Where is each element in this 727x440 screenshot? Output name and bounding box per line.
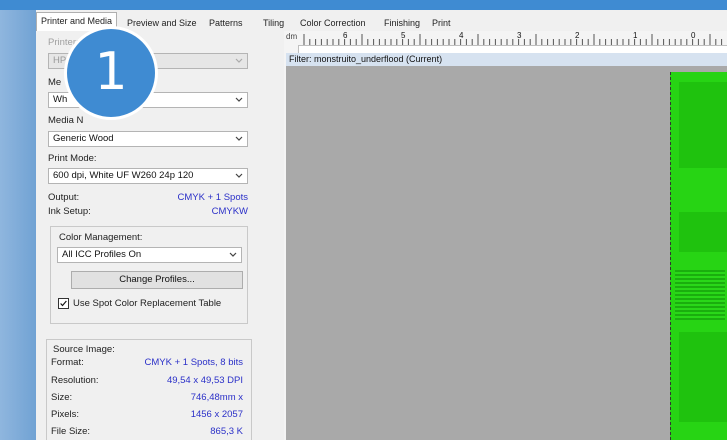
image-block (679, 212, 727, 252)
ruler-number: 1 (633, 31, 638, 40)
pixels-label: Pixels: (51, 409, 79, 420)
media-name-select[interactable]: Generic Wood (48, 131, 248, 147)
source-image-title: Source Image: (53, 344, 115, 355)
media-type-label: Me (48, 77, 62, 88)
change-profiles-button[interactable]: Change Profiles... (71, 271, 243, 289)
resolution-value: 49,54 x 49,53 DPI (166, 375, 243, 386)
desktop-edge (0, 0, 38, 440)
chevron-down-icon (235, 58, 243, 63)
media-name-label: Media N (48, 115, 84, 126)
output-value: CMYK + 1 Spots (177, 192, 249, 203)
ruler-ticks (303, 34, 723, 45)
output-label: Output: (48, 192, 80, 203)
icc-profile-value: All ICC Profiles On (62, 249, 142, 260)
tab-color-correction[interactable]: Color Correction (295, 14, 371, 31)
chevron-down-icon (235, 173, 243, 178)
ink-setup-label: Ink Setup: (48, 206, 91, 217)
spot-color-checkbox[interactable] (58, 298, 69, 309)
horizontal-ruler: dm 6 5 4 3 2 1 0 (284, 31, 727, 46)
ruler-number: 2 (575, 31, 580, 40)
chevron-down-icon (235, 136, 243, 141)
ruler-number: 4 (459, 31, 464, 40)
size-value: 746,48mm x (190, 392, 243, 403)
step-number-badge: 1 (64, 26, 158, 120)
ruler-number: 0 (691, 31, 696, 40)
source-image-group: Source Image: Format: CMYK + 1 Spots, 8 … (46, 339, 252, 440)
tab-print[interactable]: Print (427, 14, 456, 31)
format-label: Format: (51, 357, 84, 368)
color-management-title: Color Management: (59, 232, 143, 243)
resolution-label: Resolution: (51, 375, 99, 386)
image-block (679, 332, 727, 422)
ruler-number: 6 (343, 31, 348, 40)
step-number: 1 (94, 42, 128, 102)
chevron-down-icon (235, 97, 243, 102)
tab-tiling[interactable]: Tiling (258, 14, 290, 31)
print-mode-label: Print Mode: (48, 153, 97, 164)
icc-profile-select[interactable]: All ICC Profiles On (57, 247, 242, 263)
tab-finishing[interactable]: Finishing (379, 14, 426, 31)
desktop-top-edge (0, 0, 727, 10)
preview-canvas[interactable] (286, 66, 727, 440)
tab-patterns[interactable]: Patterns (204, 14, 248, 31)
print-mode-value: 600 dpi, White UF W260 24p 120 (53, 170, 194, 181)
chevron-down-icon (229, 252, 237, 257)
ruler-number: 3 (517, 31, 522, 40)
ink-setup-value: CMYKW (211, 206, 248, 217)
image-block (679, 82, 727, 168)
filter-bar: Filter: monstruito_underflood (Current) (286, 53, 727, 66)
size-label: Size: (51, 392, 73, 403)
ruler-number: 5 (401, 31, 406, 40)
image-texture (675, 270, 725, 320)
print-mode-select[interactable]: 600 dpi, White UF W260 24p 120 (48, 168, 248, 184)
format-value: CMYK + 1 Spots, 8 bits (144, 357, 243, 368)
screenshot-frame: Printer and Media Preview and Size Patte… (0, 0, 727, 440)
checkmark-icon (60, 300, 67, 307)
file-size-value: 865,3 K (210, 426, 243, 437)
color-management-group: Color Management: All ICC Profiles On Ch… (50, 226, 248, 324)
print-preview-image (670, 72, 727, 440)
file-size-label: File Size: (51, 426, 91, 437)
media-type-value: Wh (53, 94, 68, 105)
media-name-value: Generic Wood (53, 133, 114, 144)
spot-color-checkbox-label: Use Spot Color Replacement Table (73, 298, 222, 309)
pixels-value: 1456 x 2057 (190, 409, 243, 420)
